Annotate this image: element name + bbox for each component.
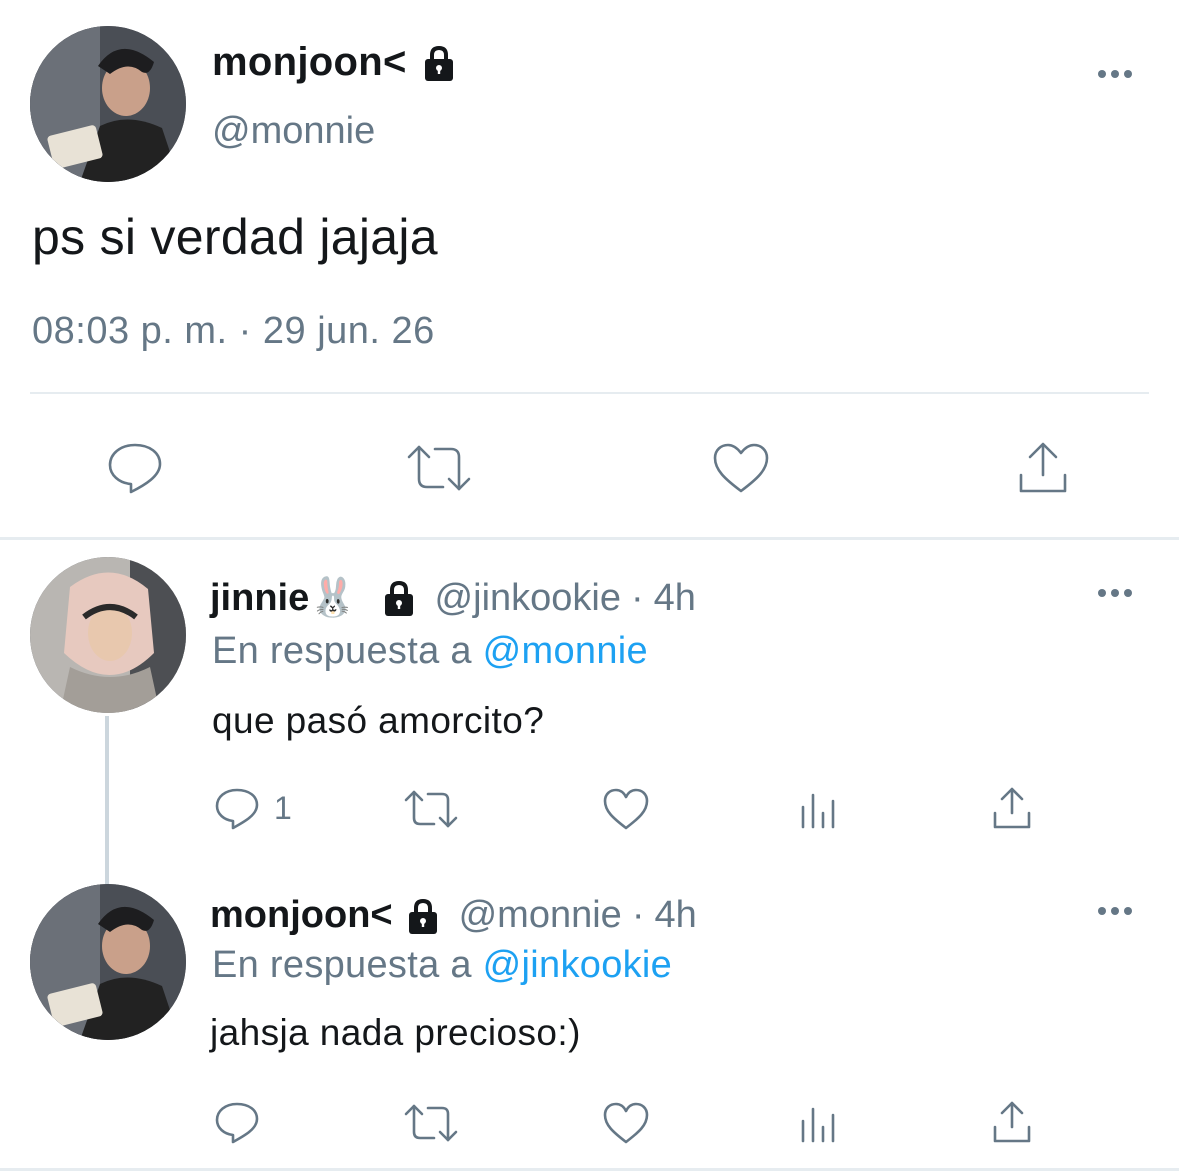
heart-icon[interactable] [710,440,772,496]
lock-icon [419,43,459,83]
lock-icon [403,896,443,936]
section-divider [0,537,1179,540]
retweet-icon[interactable] [404,440,474,496]
reply-icon[interactable] [213,786,261,832]
analytics-icon[interactable] [798,788,840,832]
analytics-icon[interactable] [798,1102,840,1146]
in-reply-mention[interactable]: @monnie [483,630,648,672]
share-icon[interactable] [989,1098,1035,1146]
reply-display-name[interactable]: monjoon< [210,894,393,937]
thread-connector [105,716,109,884]
reply-icon[interactable] [104,440,166,496]
main-tweet-text: ps si verdad jajaja [32,209,438,265]
main-display-name-row: monjoon< [212,40,459,85]
share-icon[interactable] [1012,438,1074,498]
in-reply-to-line: En respuesta a @jinkookie [212,944,672,987]
reply-time: 4h [654,894,697,936]
main-tweet-timestamp: 08:03 p. m. · 29 jun. 26 [32,310,435,352]
avatar-monjoon[interactable] [30,26,186,182]
share-icon[interactable] [989,784,1035,832]
separator-dot: · [630,576,644,619]
in-reply-prefix: En respuesta a [212,944,472,986]
reply-header: monjoon< @monnie · 4h [210,894,697,937]
reply-handle[interactable]: @jinkookie [435,577,621,620]
more-dots-icon[interactable] [1098,589,1132,597]
lock-icon [379,578,419,618]
heart-icon[interactable] [601,1100,651,1146]
in-reply-to-line: En respuesta a @monnie [212,630,648,673]
in-reply-mention[interactable]: @jinkookie [483,944,672,986]
main-handle[interactable]: @monnie [212,110,375,153]
more-dots-icon[interactable] [1098,70,1132,78]
separator-dot: · [631,894,645,936]
more-dots-icon[interactable] [1098,907,1132,915]
avatar-jinnie[interactable] [30,557,186,713]
reply-text: que pasó amorcito? [212,700,545,741]
avatar-monjoon[interactable] [30,884,186,1040]
retweet-icon[interactable] [402,1100,460,1146]
reply-display-name[interactable]: jinnie🐰 [210,576,357,620]
reply-count: 1 [274,790,292,826]
bottom-divider [0,1168,1179,1171]
main-display-name[interactable]: monjoon< [212,40,407,85]
in-reply-prefix: En respuesta a [212,630,472,672]
reply-time: 4h [653,576,696,619]
reply-handle[interactable]: @monnie [459,894,622,937]
reply-icon[interactable] [213,1100,261,1146]
retweet-icon[interactable] [402,786,460,832]
divider [30,392,1149,394]
heart-icon[interactable] [601,786,651,832]
reply-text: jahsja nada precioso:) [210,1012,581,1053]
reply-header: jinnie🐰 @jinkookie · 4h [210,576,696,620]
